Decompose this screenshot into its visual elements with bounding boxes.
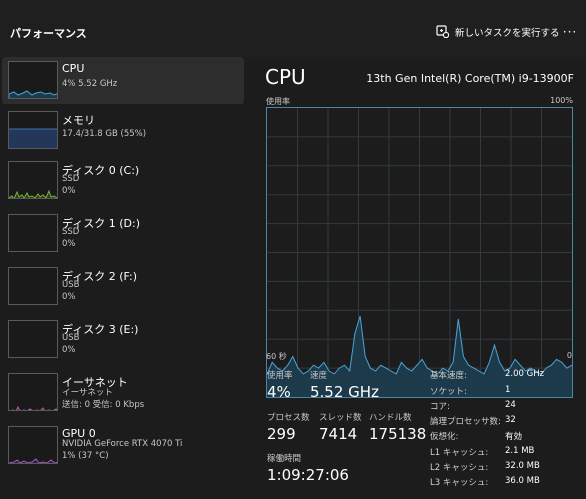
sidebar-item-name: メモリ <box>62 114 95 127</box>
sidebar-item-model: NVIDIA GeForce RTX 4070 Ti <box>62 439 183 449</box>
l1-cache-value: 2.1 MB <box>505 446 535 456</box>
sidebar-item-disk-1[interactable]: ディスク 1 (D:) SSD 0% <box>2 210 244 257</box>
run-task-icon <box>436 23 450 42</box>
sidebar-item-type: USB <box>62 280 80 290</box>
run-task-label: 新しいタスクを実行する <box>455 28 560 39</box>
virtualization-label: 仮想化: <box>430 432 459 442</box>
cores-label: コア: <box>430 402 450 412</box>
graph-max-label: 100% <box>550 96 573 105</box>
handle-count-label: ハンドル数 <box>369 413 412 423</box>
cpu-usage-graph-svg <box>266 108 573 397</box>
disk-3-mini-graph <box>8 320 58 358</box>
sidebar-item-usage: 0% <box>62 239 76 249</box>
speed-value: 5.52 GHz <box>310 383 379 401</box>
handle-count-value: 175138 <box>369 425 427 443</box>
sidebar-item-ethernet[interactable]: イーサネット イーサネット 送信: 0 受信: 0 Kbps <box>2 369 244 416</box>
l2-cache-value: 32.0 MB <box>505 461 540 471</box>
usage-value: 4% <box>267 383 291 401</box>
sidebar-item-usage: 0% <box>62 186 76 196</box>
cpu-mini-graph-svg <box>9 90 57 98</box>
disk-1-mini-graph <box>8 214 58 252</box>
l3-cache-value: 36.0 MB <box>505 476 540 486</box>
disk-2-mini-graph <box>8 267 58 305</box>
gpu-0-mini-graph <box>8 426 58 464</box>
sidebar: CPU 4% 5.52 GHz メモリ 17.4/31.8 GB (55%) デ… <box>0 57 246 499</box>
logical-processors-value: 32 <box>505 415 516 425</box>
cpu-model-name: 13th Gen Intel(R) Core(TM) i9-13900F <box>366 72 574 85</box>
thread-count-value: 7414 <box>319 425 358 443</box>
cpu-mini-graph <box>8 61 58 99</box>
usage-label: 使用率 <box>267 371 293 381</box>
thread-count-label: スレッド数 <box>319 413 362 423</box>
sidebar-item-type: USB <box>62 333 80 343</box>
uptime-value: 1:09:27:06 <box>267 466 349 484</box>
ethernet-mini-graph <box>8 373 58 411</box>
sidebar-item-type: SSD <box>62 227 80 237</box>
ethernet-mini-graph-svg <box>10 405 57 410</box>
sidebar-item-throughput: 送信: 0 受信: 0 Kbps <box>62 400 145 410</box>
sidebar-item-name: CPU <box>62 62 85 75</box>
speed-label: 速度 <box>310 371 328 381</box>
sidebar-item-detail: 4% 5.52 GHz <box>62 79 118 89</box>
sidebar-item-disk-3[interactable]: ディスク 3 (E:) USB 0% <box>2 316 244 363</box>
page-title: パフォーマンス <box>10 27 87 40</box>
graph-label: 使用率 <box>266 97 290 106</box>
gpu-0-mini-graph-svg <box>9 458 57 463</box>
sidebar-item-cpu[interactable]: CPU 4% 5.52 GHz <box>2 57 244 104</box>
sidebar-item-usage: 1% (37 °C) <box>62 451 109 461</box>
graph-time-end-label: 0 <box>566 351 572 360</box>
sidebar-item-type: SSD <box>62 174 80 184</box>
sidebar-item-adapter: イーサネット <box>62 388 113 398</box>
memory-mini-graph <box>8 111 58 149</box>
virtualization-value: 有効 <box>505 432 523 442</box>
run-new-task-button[interactable]: 新しいタスクを実行する <box>436 22 560 42</box>
memory-mini-graph-svg <box>9 128 57 148</box>
graph-time-span-label: 60 秒 <box>266 352 287 361</box>
header-bar: パフォーマンス 新しいタスクを実行する ··· <box>0 0 586 57</box>
disk-0-mini-graph <box>8 161 58 199</box>
l3-cache-label: L3 キャッシュ: <box>430 478 489 488</box>
more-options-button[interactable]: ··· <box>560 22 580 42</box>
sidebar-item-detail: 17.4/31.8 GB (55%) <box>62 129 147 139</box>
cpu-usage-graph <box>266 107 573 398</box>
disk-0-mini-graph-svg <box>9 189 57 198</box>
process-count-label: プロセス数 <box>267 413 310 423</box>
base-speed-value: 2.00 GHz <box>505 369 545 379</box>
sockets-value: 1 <box>505 385 511 395</box>
sidebar-item-usage: 0% <box>62 345 76 355</box>
l1-cache-label: L1 キャッシュ: <box>430 448 489 458</box>
sidebar-item-usage: 0% <box>62 292 76 302</box>
detail-title: CPU <box>265 65 306 89</box>
sidebar-item-disk-2[interactable]: ディスク 2 (F:) USB 0% <box>2 263 244 310</box>
uptime-label: 稼働時間 <box>267 454 302 464</box>
sidebar-item-gpu-0[interactable]: GPU 0 NVIDIA GeForce RTX 4070 Ti 1% (37 … <box>2 422 244 469</box>
base-speed-label: 基本速度: <box>430 371 467 381</box>
logical-processors-label: 論理プロセッサ数: <box>430 417 501 427</box>
sidebar-item-memory[interactable]: メモリ 17.4/31.8 GB (55%) <box>2 107 244 154</box>
process-count-value: 299 <box>267 425 296 443</box>
cores-value: 24 <box>505 400 516 410</box>
sidebar-item-disk-0[interactable]: ディスク 0 (C:) SSD 0% <box>2 157 244 204</box>
sockets-label: ソケット: <box>430 387 467 397</box>
l2-cache-label: L2 キャッシュ: <box>430 463 489 473</box>
